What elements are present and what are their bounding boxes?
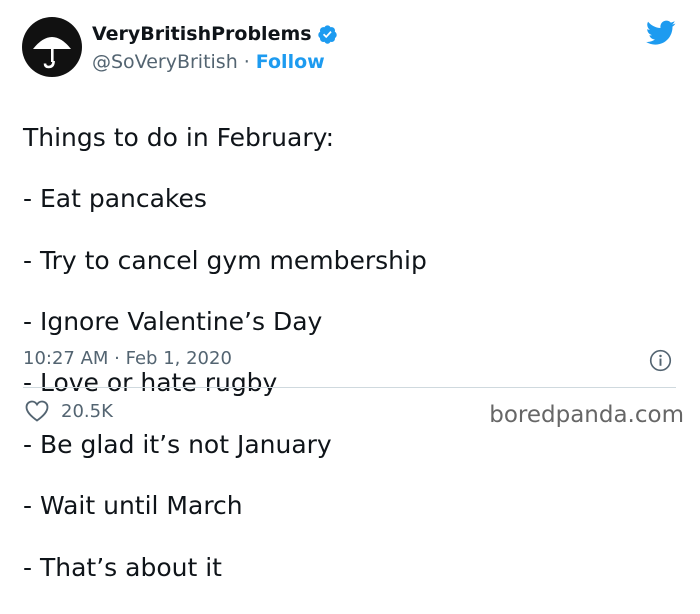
- follow-button[interactable]: Follow: [256, 51, 325, 73]
- info-icon[interactable]: [649, 349, 672, 372]
- author-handle[interactable]: @SoVeryBritish: [92, 51, 238, 73]
- tweet-text-line: - Eat pancakes: [23, 184, 207, 214]
- tweet-text-line: - Ignore Valentine’s Day: [23, 306, 323, 336]
- avatar[interactable]: [22, 17, 82, 77]
- tweet-text-line: - That’s about it: [23, 552, 222, 582]
- tweet-text-line: Things to do in February:: [23, 122, 335, 152]
- like-count: 20.5K: [61, 400, 113, 422]
- author-handle-row: @SoVeryBritish · Follow: [92, 50, 325, 74]
- verified-badge-icon: [317, 24, 338, 45]
- tweet-text-line: - Love or hate rugby: [23, 368, 278, 398]
- twitter-bird-icon[interactable]: [646, 20, 676, 46]
- heart-icon: [25, 400, 49, 422]
- like-button[interactable]: 20.5K: [25, 400, 113, 422]
- author-name-row[interactable]: VeryBritishProblems: [92, 22, 338, 46]
- tweet-text-line: - Try to cancel gym membership: [23, 245, 427, 275]
- tweet-timestamp[interactable]: 10:27 AM · Feb 1, 2020: [23, 347, 232, 371]
- author-display-name[interactable]: VeryBritishProblems: [92, 22, 312, 46]
- umbrella-icon: [33, 37, 71, 69]
- divider: [23, 387, 676, 388]
- watermark: boredpanda.com: [489, 402, 684, 428]
- tweet-text-line: - Wait until March: [23, 491, 243, 521]
- separator-dot: ·: [243, 51, 250, 73]
- tweet-text-line: - Be glad it’s not January: [23, 429, 332, 459]
